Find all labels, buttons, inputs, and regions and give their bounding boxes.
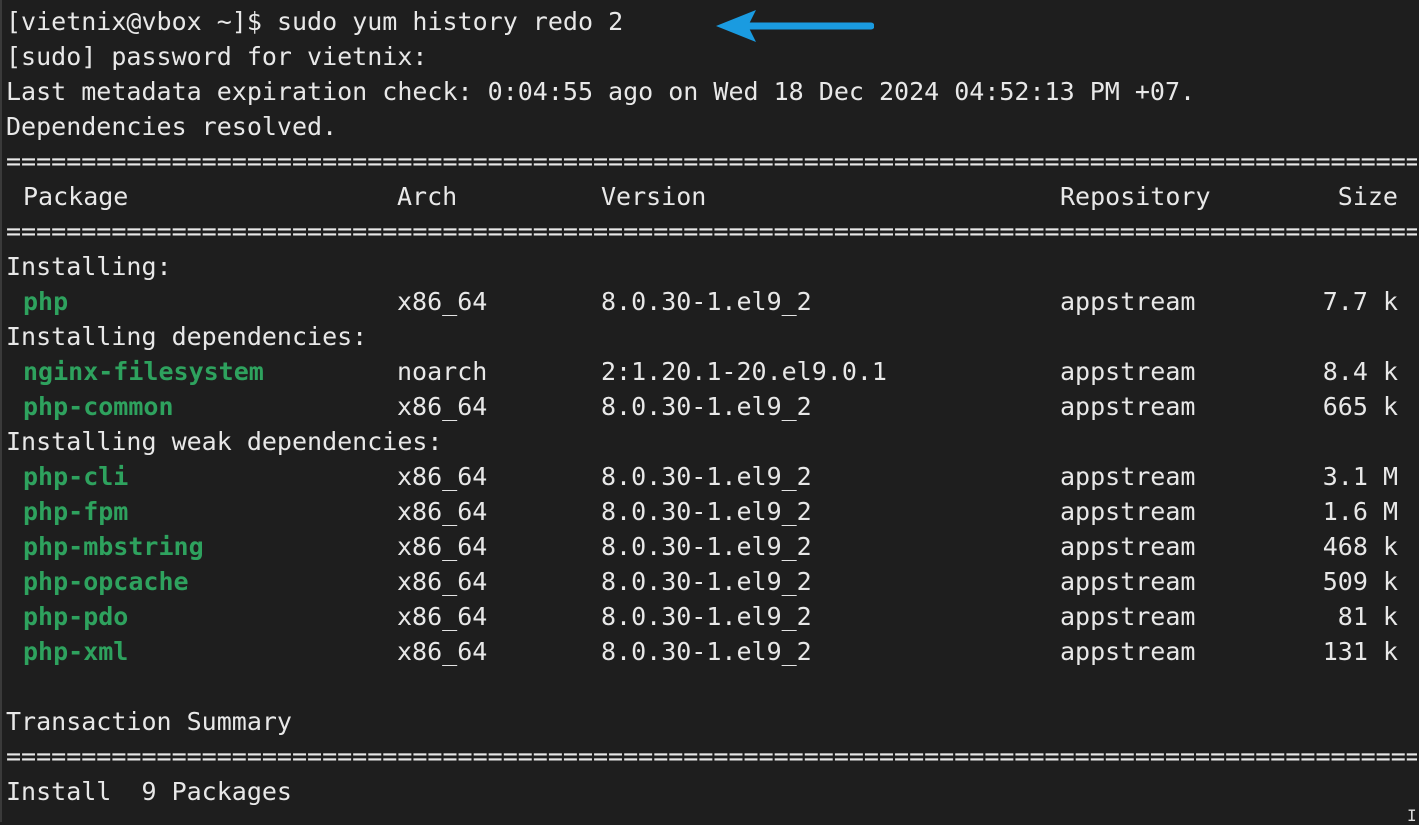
package-arch: x86_64 [397,287,488,316]
separator-top: ========================================… [6,147,1417,176]
package-arch: x86_64 [397,532,488,561]
left-arrow-icon [716,10,874,42]
package-repository: appstream [1060,637,1196,666]
package-arch: x86_64 [397,392,488,421]
package-size: 81 k [1337,602,1398,631]
package-size: 665 k [1322,392,1398,421]
package-name: php-xml [23,637,129,666]
package-repository: appstream [1060,462,1196,491]
package-size: 8.4 k [1322,357,1398,386]
header-size: Size [1337,182,1398,211]
package-name: php-pdo [23,602,129,631]
header-package: Package [23,182,129,211]
package-arch: x86_64 [397,462,488,491]
package-arch: x86_64 [397,637,488,666]
package-size: 131 k [1322,637,1398,666]
header-arch: Arch [397,182,458,211]
group-label: Installing: [6,252,172,281]
package-size: 7.7 k [1322,287,1398,316]
package-version: 8.0.30-1.el9_2 [601,532,812,561]
sudo-password-prompt: [sudo] password for vietnix: [6,42,428,71]
separator-summary: ========================================… [6,742,1417,771]
package-arch: x86_64 [397,567,488,596]
package-name: php-common [23,392,174,421]
package-arch: noarch [397,357,488,386]
package-version: 8.0.30-1.el9_2 [601,602,812,631]
package-name: php-fpm [23,497,129,526]
install-count-line: Install 9 Packages [6,777,292,806]
package-name: nginx-filesystem [23,357,264,386]
package-version: 8.0.30-1.el9_2 [601,392,812,421]
command-text: sudo yum history redo 2 [276,7,624,36]
package-repository: appstream [1060,357,1196,386]
package-version: 8.0.30-1.el9_2 [601,637,812,666]
shell-prompt: [vietnix@vbox ~]$ [6,7,277,36]
text-cursor-icon: I [1407,806,1417,825]
package-version: 8.0.30-1.el9_2 [601,567,812,596]
package-name: php-mbstring [23,532,204,561]
package-name: php-cli [23,462,129,491]
package-name: php [23,287,69,316]
separator-header: ========================================… [6,217,1417,246]
package-arch: x86_64 [397,602,488,631]
package-repository: appstream [1060,287,1196,316]
group-label: Installing weak dependencies: [6,427,443,456]
transaction-summary-title: Transaction Summary [6,707,292,736]
package-size: 1.6 M [1322,497,1398,526]
package-version: 8.0.30-1.el9_2 [601,462,812,491]
header-repository: Repository [1060,182,1211,211]
package-repository: appstream [1060,532,1196,561]
package-version: 2:1.20.1-20.el9.0.1 [601,357,887,386]
command-line: [vietnix@vbox ~]$ sudo yum history redo … [6,4,623,39]
package-arch: x86_64 [397,497,488,526]
metadata-check-line: Last metadata expiration check: 0:04:55 … [6,77,1196,106]
package-version: 8.0.30-1.el9_2 [601,497,812,526]
package-size: 509 k [1322,567,1398,596]
header-version: Version [601,182,707,211]
dependencies-resolved-line: Dependencies resolved. [6,112,338,141]
package-size: 3.1 M [1322,462,1398,491]
package-repository: appstream [1060,567,1196,596]
group-label: Installing dependencies: [6,322,368,351]
terminal-window[interactable]: [vietnix@vbox ~]$ sudo yum history redo … [0,0,1419,825]
package-repository: appstream [1060,497,1196,526]
package-version: 8.0.30-1.el9_2 [601,287,812,316]
package-name: php-opcache [23,567,189,596]
package-repository: appstream [1060,602,1196,631]
package-repository: appstream [1060,392,1196,421]
package-size: 468 k [1322,532,1398,561]
